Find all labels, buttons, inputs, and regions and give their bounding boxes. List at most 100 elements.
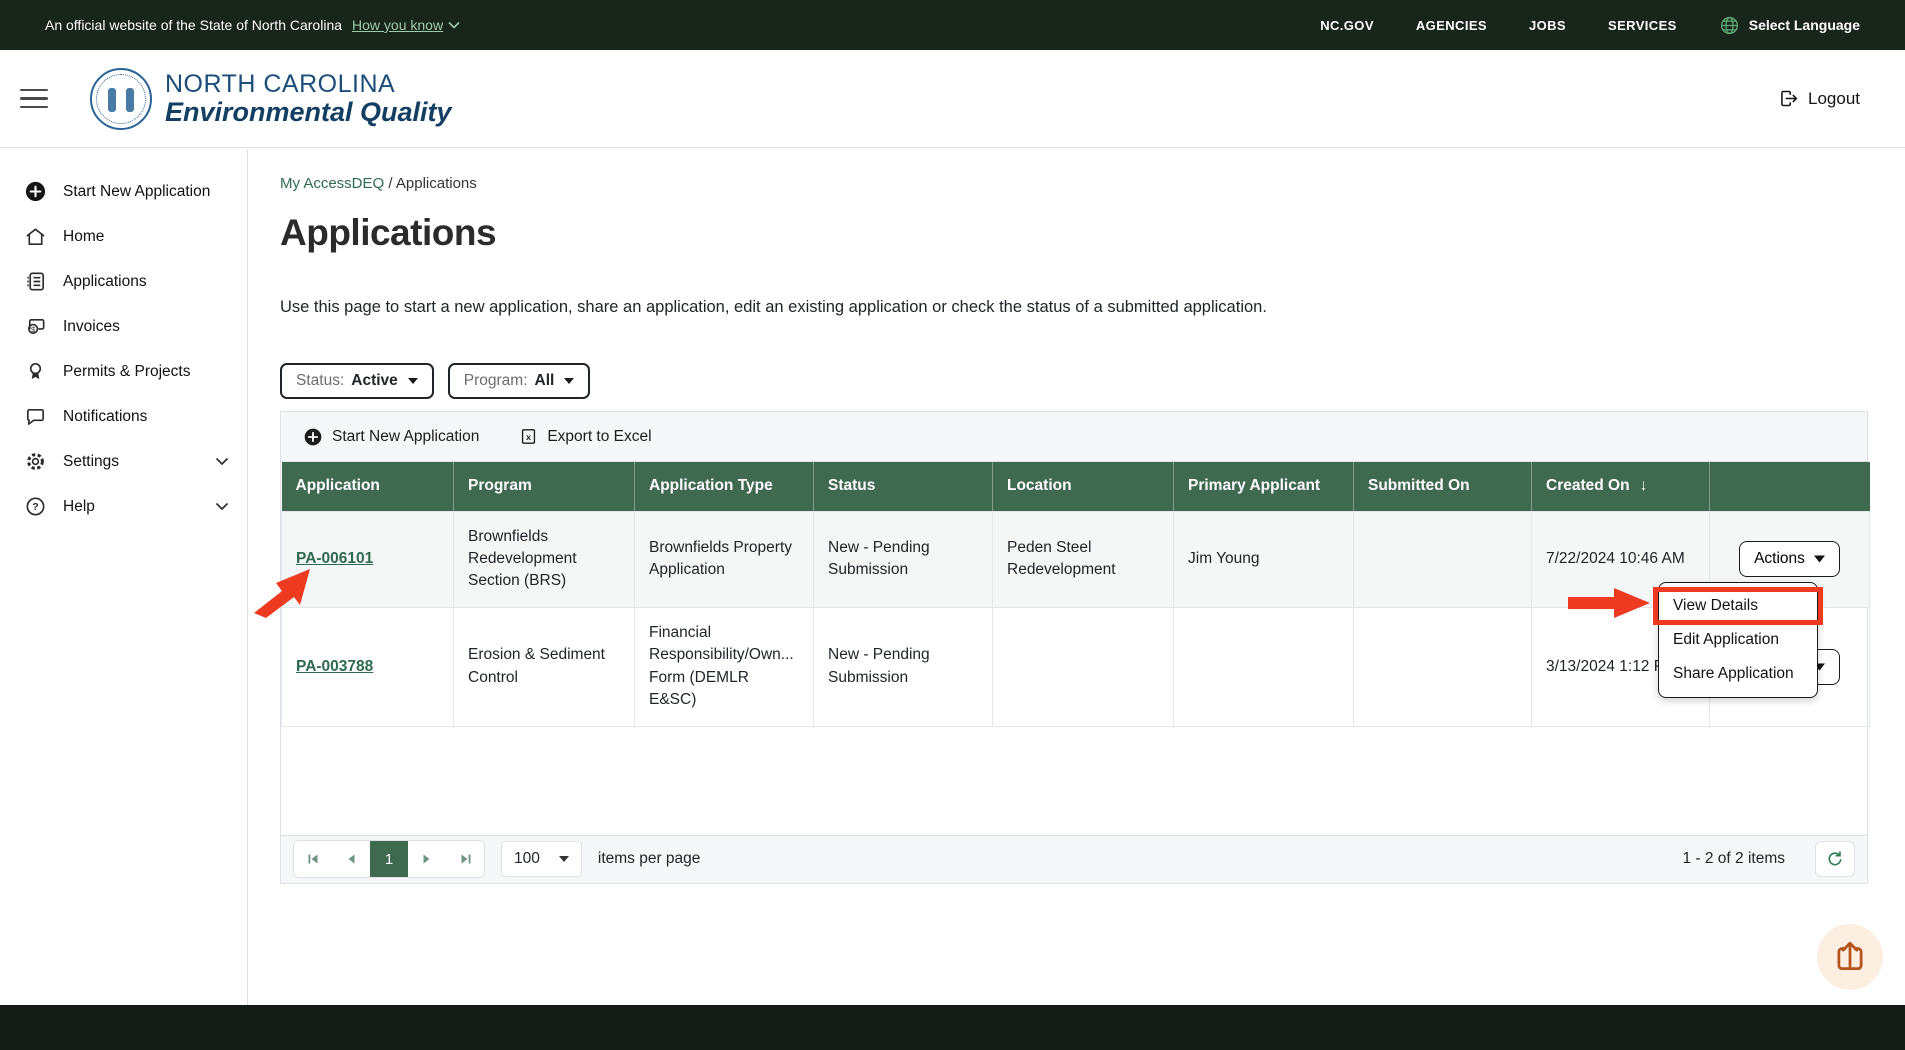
page-1-button[interactable]: 1 — [370, 841, 408, 877]
page-footer — [0, 1005, 1905, 1050]
notifications-icon — [24, 405, 47, 428]
last-page-icon — [458, 852, 473, 866]
sidebar-item-help[interactable]: ? Help — [0, 484, 247, 529]
cell-submitted-on — [1354, 511, 1532, 607]
items-per-page-select[interactable]: 100 — [501, 841, 582, 877]
application-link-pa-006101[interactable]: PA-006101 — [296, 550, 373, 567]
previous-page-button[interactable] — [332, 841, 370, 877]
share-box-arrow-up-icon — [1832, 939, 1868, 975]
cell-status: New - Pending Submission — [814, 607, 993, 726]
program-filter-dropdown[interactable]: Program: All — [448, 363, 591, 399]
deq-logo[interactable]: NORTH CAROLINA Environmental Quality — [90, 68, 452, 130]
sidebar-item-permits-projects[interactable]: Permits & Projects — [0, 349, 247, 394]
hamburger-menu-icon[interactable] — [20, 89, 48, 109]
column-header-actions — [1710, 462, 1870, 511]
first-page-button[interactable] — [294, 841, 332, 877]
page-description: Use this page to start a new application… — [280, 298, 1905, 317]
menu-item-share-application[interactable]: Share Application — [1659, 657, 1817, 691]
column-header-submitted-on[interactable]: Submitted On — [1354, 462, 1532, 511]
brand-line1: NORTH CAROLINA — [165, 70, 452, 99]
column-header-status[interactable]: Status — [814, 462, 993, 511]
select-language-button[interactable]: Select Language — [1719, 15, 1860, 36]
sidebar-item-applications[interactable]: Applications — [0, 259, 247, 304]
permits-icon — [24, 360, 47, 383]
next-page-icon — [421, 852, 433, 866]
breadcrumb: My AccessDEQ / Applications — [280, 175, 1905, 192]
start-new-application-button[interactable]: Start New Application — [303, 427, 479, 447]
previous-page-icon — [345, 852, 357, 866]
sidebar-item-notifications[interactable]: Notifications — [0, 394, 247, 439]
sidebar-item-start-new-application[interactable]: Start New Application — [0, 169, 247, 214]
cell-program: Brownfields Redevelopment Section (BRS) — [454, 511, 635, 607]
globe-icon — [1719, 15, 1740, 36]
settings-gear-icon — [24, 450, 47, 473]
table-row: PA-006101 Brownfields Redevelopment Sect… — [282, 511, 1870, 607]
topnav-link-ncgov[interactable]: NC.GOV — [1320, 18, 1374, 33]
sidebar-item-invoices[interactable]: $ Invoices — [0, 304, 247, 349]
caret-down-icon — [559, 856, 569, 862]
next-page-button[interactable] — [408, 841, 446, 877]
official-bar: An official website of the State of Nort… — [0, 0, 1905, 50]
items-per-page-label: items per page — [598, 850, 701, 868]
cell-program: Erosion & Sediment Control — [454, 607, 635, 726]
cell-primary-applicant — [1174, 607, 1354, 726]
column-header-location[interactable]: Location — [993, 462, 1174, 511]
column-header-created-on[interactable]: Created On↓ — [1532, 462, 1710, 511]
column-header-program[interactable]: Program — [454, 462, 635, 511]
chevron-down-icon — [215, 502, 229, 511]
actions-dropdown-button[interactable]: Actions — [1739, 541, 1840, 577]
plus-circle-icon — [24, 180, 47, 203]
menu-item-view-details[interactable]: View Details — [1659, 589, 1817, 623]
sidebar: Start New Application Home Applications … — [0, 149, 248, 1005]
table-header-row: Application Program Application Type Sta… — [282, 462, 1870, 511]
breadcrumb-my-accessdeq[interactable]: My AccessDEQ — [280, 175, 384, 192]
how-you-know-link[interactable]: How you know — [352, 17, 460, 33]
column-header-application-type[interactable]: Application Type — [635, 462, 814, 511]
cell-location: Peden Steel Redevelopment — [993, 511, 1174, 607]
cell-submitted-on — [1354, 607, 1532, 726]
svg-text:x: x — [526, 432, 531, 442]
excel-icon: x — [519, 427, 538, 446]
topnav-link-jobs[interactable]: JOBS — [1529, 18, 1566, 33]
topnav-link-agencies[interactable]: AGENCIES — [1416, 18, 1487, 33]
applications-icon — [24, 270, 47, 293]
export-to-excel-button[interactable]: x Export to Excel — [519, 427, 651, 446]
applications-table: Application Program Application Type Sta… — [281, 462, 1870, 727]
main-content: My AccessDEQ / Applications Applications… — [249, 149, 1905, 1005]
brand-line2: Environmental Quality — [165, 97, 452, 128]
official-bar-text: An official website of the State of Nort… — [45, 17, 342, 33]
help-icon: ? — [24, 495, 47, 518]
cell-status: New - Pending Submission — [814, 511, 993, 607]
application-link-pa-003788[interactable]: PA-003788 — [296, 658, 373, 675]
sort-descending-icon: ↓ — [1640, 477, 1648, 494]
logout-icon — [1778, 88, 1799, 109]
chevron-down-icon — [215, 457, 229, 466]
status-filter-dropdown[interactable]: Status: Active — [280, 363, 434, 399]
column-header-application[interactable]: Application — [282, 462, 454, 511]
share-fab-button[interactable] — [1817, 924, 1883, 990]
column-header-primary-applicant[interactable]: Primary Applicant — [1174, 462, 1354, 511]
chevron-down-icon — [448, 21, 460, 29]
breadcrumb-separator: / — [388, 175, 396, 192]
sidebar-item-home[interactable]: Home — [0, 214, 247, 259]
caret-down-icon — [408, 378, 418, 384]
breadcrumb-current: Applications — [396, 175, 477, 192]
refresh-button[interactable] — [1815, 841, 1855, 877]
topnav-link-services[interactable]: SERVICES — [1608, 18, 1677, 33]
logout-button[interactable]: Logout — [1778, 88, 1860, 109]
cell-application-type: Brownfields Property Application — [635, 511, 814, 607]
sidebar-item-settings[interactable]: Settings — [0, 439, 247, 484]
cell-primary-applicant: Jim Young — [1174, 511, 1354, 607]
table-row: PA-003788 Erosion & Sediment Control Fin… — [282, 607, 1870, 726]
first-page-icon — [306, 852, 321, 866]
last-page-button[interactable] — [446, 841, 484, 877]
page-title: Applications — [280, 212, 1905, 254]
actions-dropdown-menu: View Details Edit Application Share Appl… — [1658, 582, 1818, 698]
site-header: NORTH CAROLINA Environmental Quality Log… — [0, 50, 1905, 148]
menu-item-edit-application[interactable]: Edit Application — [1659, 623, 1817, 657]
filters-row: Status: Active Program: All — [280, 363, 1905, 399]
table-toolbar: Start New Application x Export to Excel — [281, 412, 1867, 462]
cell-application-type: Financial Responsibility/Own... Form (DE… — [635, 607, 814, 726]
pagination-range-label: 1 - 2 of 2 items — [1682, 850, 1785, 868]
applications-table-card: Start New Application x Export to Excel … — [280, 411, 1868, 884]
